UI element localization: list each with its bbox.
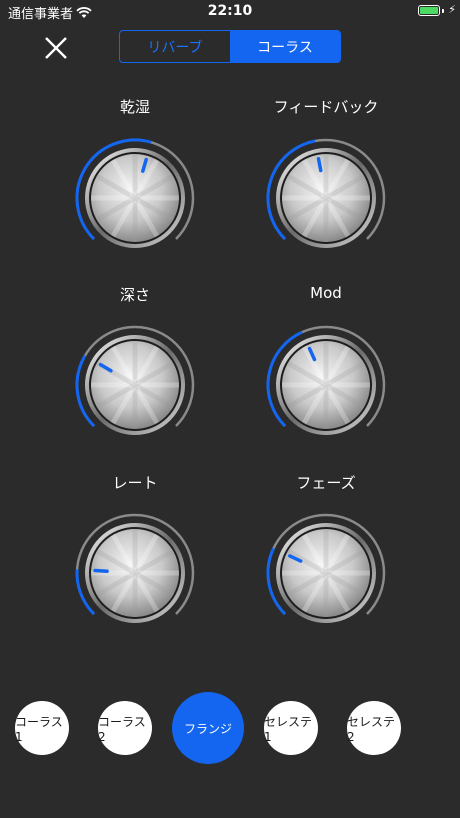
knob-graphic <box>75 138 195 248</box>
knob-graphic <box>75 325 195 435</box>
knob-graphic <box>75 513 195 623</box>
knob-label-feedback: フィードバック <box>273 98 379 116</box>
preset-celeste-2[interactable]: セレステ2 <box>347 701 401 755</box>
status-time: 22:10 <box>207 3 253 19</box>
battery-cap <box>442 9 444 13</box>
tab-reverb[interactable]: リバーブ <box>120 31 230 62</box>
knob-indicator <box>316 156 323 173</box>
preset-flanger[interactable]: フランジ <box>172 692 244 764</box>
preset-chorus-1[interactable]: コーラス1 <box>15 701 69 755</box>
knob-rate[interactable] <box>73 511 197 635</box>
knob-label-rate: レート <box>112 474 158 492</box>
knob-label-dry-wet: 乾湿 <box>119 98 150 116</box>
battery-icon <box>418 5 440 16</box>
knob-mod[interactable] <box>264 323 388 447</box>
knob-indicator <box>93 568 109 573</box>
knob-label-depth: 深さ <box>119 286 150 304</box>
knob-feedback[interactable] <box>264 136 388 260</box>
knob-label-phase: フェーズ <box>296 474 356 492</box>
preset-chorus-2[interactable]: コーラス2 <box>98 701 152 755</box>
status-bar: 通信事業者 22:10 ⚡ <box>0 0 460 24</box>
knob-graphic <box>266 325 386 435</box>
tab-chorus[interactable]: コーラス <box>230 31 340 62</box>
knob-graphic <box>266 513 386 623</box>
charging-bolt-icon: ⚡ <box>448 3 456 16</box>
knob-depth[interactable] <box>73 323 197 447</box>
close-icon <box>45 37 67 59</box>
knob-phase[interactable] <box>264 511 388 635</box>
preset-celeste-1[interactable]: セレステ1 <box>264 701 318 755</box>
effect-type-segmented-control: リバーブ コーラス <box>119 30 341 63</box>
close-button[interactable] <box>40 32 72 64</box>
knob-graphic <box>266 138 386 248</box>
knob-dry-wet[interactable] <box>73 136 197 260</box>
knob-label-mod: Mod <box>310 284 342 302</box>
